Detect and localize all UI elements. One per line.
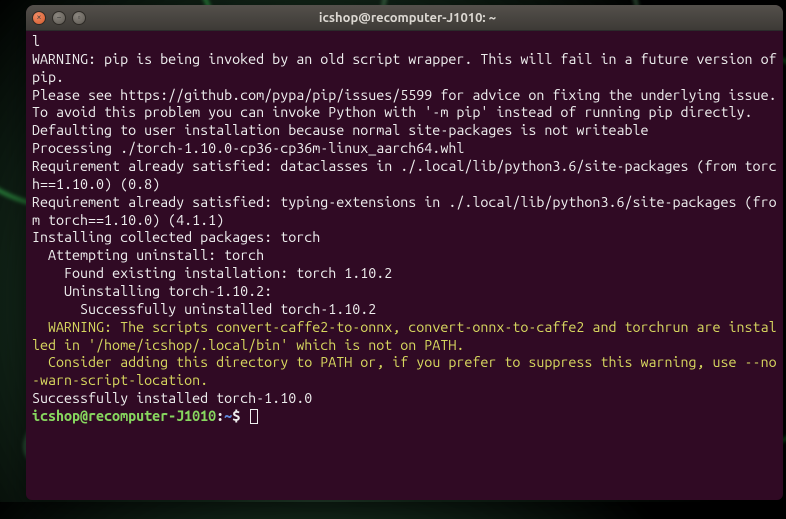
prompt-colon: :	[216, 408, 224, 424]
output-line: Processing ./torch-1.10.0-cp36-cp36m-lin…	[32, 140, 464, 156]
output-line: To avoid this problem you can invoke Pyt…	[32, 104, 753, 120]
prompt-symbol: $	[232, 408, 248, 424]
output-line: Requirement already satisfied: dataclass…	[32, 158, 777, 192]
prompt-path: ~	[224, 408, 232, 424]
titlebar[interactable]: × − ▫ icshop@recomputer-J1010: ~	[26, 5, 783, 31]
output-line: WARNING: pip is being invoked by an old …	[32, 51, 783, 85]
output-line: Uninstalling torch-1.10.2:	[32, 283, 272, 299]
warning-line: Consider adding this directory to PATH o…	[32, 354, 777, 388]
output-line: Successfully uninstalled torch-1.10.2	[32, 301, 376, 317]
output-line: Successfully installed torch-1.10.0	[32, 390, 312, 406]
output-line: Requirement already satisfied: typing-ex…	[32, 194, 777, 228]
output-line: Please see https://github.com/pypa/pip/i…	[32, 87, 777, 103]
output-line: Found existing installation: torch 1.10.…	[32, 265, 392, 281]
terminal-body[interactable]: l WARNING: pip is being invoked by an ol…	[26, 31, 783, 500]
prompt-user-host: icshop@recomputer-J1010	[32, 408, 216, 424]
output-line: Installing collected packages: torch	[32, 229, 320, 245]
output-line: l	[32, 33, 40, 49]
output-line: Defaulting to user installation because …	[32, 122, 648, 138]
output-line: Attempting uninstall: torch	[32, 247, 264, 263]
cursor-icon	[250, 409, 258, 424]
window-title: icshop@recomputer-J1010: ~	[38, 11, 777, 25]
warning-line: WARNING: The scripts convert-caffe2-to-o…	[32, 319, 777, 353]
terminal-window: × − ▫ icshop@recomputer-J1010: ~ l WARNI…	[26, 5, 783, 500]
